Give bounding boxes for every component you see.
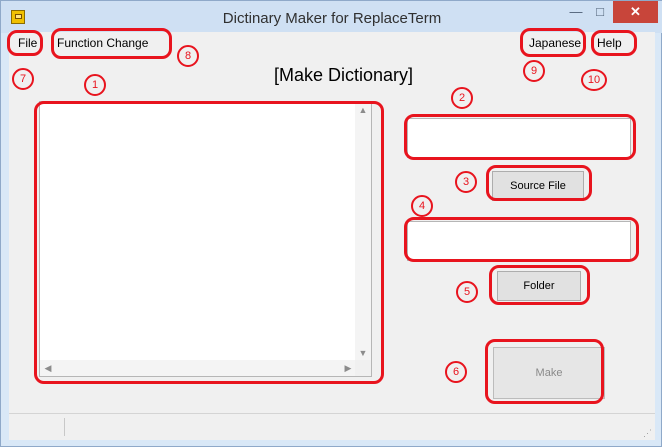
annotation-number-10: 10 [581,69,607,91]
annotation-number-9: 9 [523,60,545,82]
annotation-number-7: 7 [12,68,34,90]
annotation-number-3: 3 [455,171,477,193]
annotation-box-japanese [520,28,586,57]
status-bar: ⋰ [9,413,655,440]
page-title: [Make Dictionary] [274,65,414,85]
annotation-box-make [485,339,604,404]
annotation-number-8: 8 [177,45,199,67]
close-button[interactable]: ✕ [613,1,658,23]
annotation-number-2: 2 [451,87,473,109]
annotation-number-5: 5 [456,281,478,303]
annotation-box-source-button [486,165,592,201]
annotation-number-6: 6 [445,361,467,383]
annotation-number-4: 4 [411,195,433,217]
annotation-box-folder-field [404,217,639,262]
size-grip-icon[interactable]: ⋰ [643,428,653,438]
status-separator [64,418,65,436]
annotation-box-list [34,101,384,384]
minimize-button[interactable]: — [563,1,589,23]
annotation-box-function-change [51,28,172,59]
maximize-button[interactable]: □ [587,1,613,23]
annotation-box-folder-button [489,265,590,305]
annotation-box-file [7,30,43,56]
annotation-box-help [591,30,637,56]
annotation-number-1: 1 [84,74,106,96]
annotation-box-source-field [404,114,636,160]
